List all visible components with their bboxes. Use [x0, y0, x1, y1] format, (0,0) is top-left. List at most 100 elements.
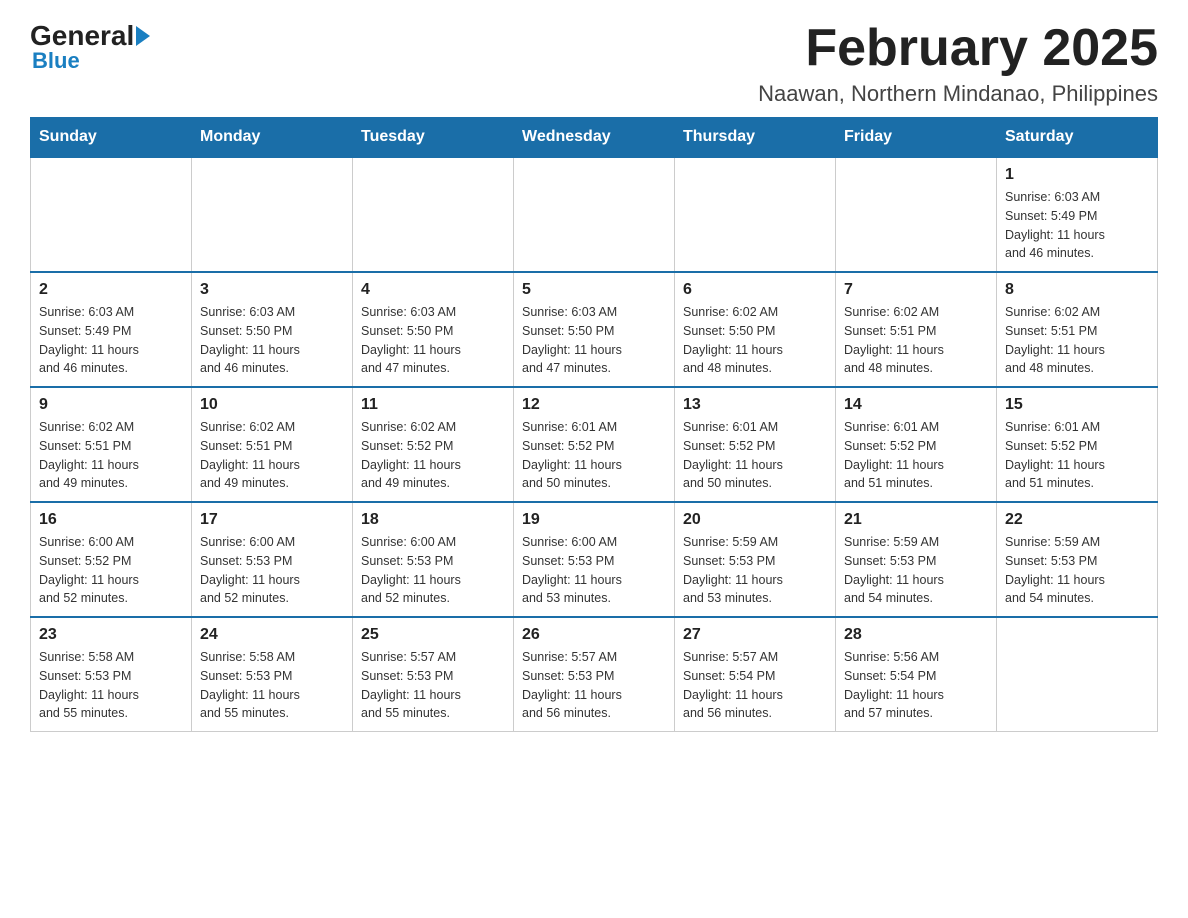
calendar-cell — [353, 157, 514, 272]
calendar-cell: 15Sunrise: 6:01 AM Sunset: 5:52 PM Dayli… — [997, 387, 1158, 502]
logo-arrow-icon — [136, 26, 150, 46]
calendar-cell: 27 Sunrise: 5:57 AM Sunset: 5:54 PM Dayli… — [675, 617, 836, 732]
day-number: 22 — [1005, 511, 1149, 529]
calendar-cell: 22 Sunrise: 5:59 AM Sunset: 5:53 PM Dayli… — [997, 502, 1158, 617]
logo-blue: Blue — [32, 48, 80, 74]
calendar-cell — [836, 157, 997, 272]
day-info: Sunrise: 5:59 AM Sunset: 5:53 PM Dayligh… — [1005, 533, 1149, 608]
calendar-cell: 12 Sunrise: 6:01 AM Sunset: 5:52 PM Dayli… — [514, 387, 675, 502]
calendar-cell: 20 Sunrise: 5:59 AM Sunset: 5:53 PM Dayli… — [675, 502, 836, 617]
day-info: Sunrise: 6:03 AM Sunset: 5:49 PM Dayligh… — [39, 303, 183, 378]
calendar-cell — [675, 157, 836, 272]
week-row-4: 16 Sunrise: 6:00 AM Sunset: 5:52 PM Dayli… — [31, 502, 1158, 617]
calendar-subtitle: Naawan, Northern Mindanao, Philippines — [758, 81, 1158, 107]
weekday-header-friday: Friday — [836, 118, 997, 158]
day-number: 23 — [39, 626, 183, 644]
day-number: 28 — [844, 626, 988, 644]
day-info: Sunrise: 6:03 AM Sunset: 5:50 PM Dayligh… — [361, 303, 505, 378]
day-number: 3 — [200, 281, 344, 299]
weekday-header-monday: Monday — [192, 118, 353, 158]
weekday-header-wednesday: Wednesday — [514, 118, 675, 158]
day-number: 1 — [1005, 166, 1149, 184]
calendar-cell: 17 Sunrise: 6:00 AM Sunset: 5:53 PM Dayli… — [192, 502, 353, 617]
calendar-cell — [514, 157, 675, 272]
day-number: 24 — [200, 626, 344, 644]
calendar-cell: 4Sunrise: 6:03 AM Sunset: 5:50 PM Daylig… — [353, 272, 514, 387]
day-info: Sunrise: 5:57 AM Sunset: 5:53 PM Dayligh… — [361, 648, 505, 723]
calendar-cell: 13Sunrise: 6:01 AM Sunset: 5:52 PM Dayli… — [675, 387, 836, 502]
day-number: 21 — [844, 511, 988, 529]
calendar-cell: 24 Sunrise: 5:58 AM Sunset: 5:53 PM Dayli… — [192, 617, 353, 732]
day-number: 27 — [683, 626, 827, 644]
day-number: 14 — [844, 396, 988, 414]
day-info: Sunrise: 6:02 AM Sunset: 5:50 PM Dayligh… — [683, 303, 827, 378]
day-number: 26 — [522, 626, 666, 644]
day-info: Sunrise: 6:02 AM Sunset: 5:51 PM Dayligh… — [1005, 303, 1149, 378]
week-row-2: 2 Sunrise: 6:03 AM Sunset: 5:49 PM Daylig… — [31, 272, 1158, 387]
weekday-header-tuesday: Tuesday — [353, 118, 514, 158]
calendar-cell: 26Sunrise: 5:57 AM Sunset: 5:53 PM Dayli… — [514, 617, 675, 732]
day-number: 9 — [39, 396, 183, 414]
calendar-cell: 23 Sunrise: 5:58 AM Sunset: 5:53 PM Dayli… — [31, 617, 192, 732]
day-info: Sunrise: 5:56 AM Sunset: 5:54 PM Dayligh… — [844, 648, 988, 723]
day-info: Sunrise: 5:59 AM Sunset: 5:53 PM Dayligh… — [844, 533, 988, 608]
day-info: Sunrise: 6:00 AM Sunset: 5:53 PM Dayligh… — [200, 533, 344, 608]
day-number: 25 — [361, 626, 505, 644]
calendar-cell: 25 Sunrise: 5:57 AM Sunset: 5:53 PM Dayli… — [353, 617, 514, 732]
weekday-header-thursday: Thursday — [675, 118, 836, 158]
day-info: Sunrise: 6:00 AM Sunset: 5:52 PM Dayligh… — [39, 533, 183, 608]
day-number: 19 — [522, 511, 666, 529]
calendar-cell — [31, 157, 192, 272]
day-number: 7 — [844, 281, 988, 299]
calendar-title: February 2025 — [758, 20, 1158, 77]
day-number: 8 — [1005, 281, 1149, 299]
calendar-cell: 28 Sunrise: 5:56 AM Sunset: 5:54 PM Dayli… — [836, 617, 997, 732]
calendar-cell: 5 Sunrise: 6:03 AM Sunset: 5:50 PM Daylig… — [514, 272, 675, 387]
calendar-cell: 1 Sunrise: 6:03 AM Sunset: 5:49 PM Daylig… — [997, 157, 1158, 272]
day-info: Sunrise: 6:03 AM Sunset: 5:50 PM Dayligh… — [522, 303, 666, 378]
calendar-cell: 3 Sunrise: 6:03 AM Sunset: 5:50 PM Daylig… — [192, 272, 353, 387]
day-info: Sunrise: 5:58 AM Sunset: 5:53 PM Dayligh… — [200, 648, 344, 723]
calendar-cell — [192, 157, 353, 272]
week-row-3: 9 Sunrise: 6:02 AM Sunset: 5:51 PM Daylig… — [31, 387, 1158, 502]
day-info: Sunrise: 6:02 AM Sunset: 5:51 PM Dayligh… — [200, 418, 344, 493]
calendar-table: SundayMondayTuesdayWednesdayThursdayFrid… — [30, 117, 1158, 732]
calendar-cell: 19Sunrise: 6:00 AM Sunset: 5:53 PM Dayli… — [514, 502, 675, 617]
day-info: Sunrise: 5:58 AM Sunset: 5:53 PM Dayligh… — [39, 648, 183, 723]
page-header: General Blue February 2025 Naawan, North… — [30, 20, 1158, 107]
calendar-cell: 6 Sunrise: 6:02 AM Sunset: 5:50 PM Daylig… — [675, 272, 836, 387]
day-number: 16 — [39, 511, 183, 529]
calendar-cell: 21 Sunrise: 5:59 AM Sunset: 5:53 PM Dayli… — [836, 502, 997, 617]
calendar-cell: 10 Sunrise: 6:02 AM Sunset: 5:51 PM Dayli… — [192, 387, 353, 502]
calendar-cell: 11 Sunrise: 6:02 AM Sunset: 5:52 PM Dayli… — [353, 387, 514, 502]
week-row-1: 1 Sunrise: 6:03 AM Sunset: 5:49 PM Daylig… — [31, 157, 1158, 272]
day-number: 12 — [522, 396, 666, 414]
week-row-5: 23 Sunrise: 5:58 AM Sunset: 5:53 PM Dayli… — [31, 617, 1158, 732]
day-number: 5 — [522, 281, 666, 299]
calendar-cell — [997, 617, 1158, 732]
calendar-cell: 9 Sunrise: 6:02 AM Sunset: 5:51 PM Daylig… — [31, 387, 192, 502]
day-info: Sunrise: 6:02 AM Sunset: 5:51 PM Dayligh… — [844, 303, 988, 378]
day-info: Sunrise: 5:59 AM Sunset: 5:53 PM Dayligh… — [683, 533, 827, 608]
weekday-header-saturday: Saturday — [997, 118, 1158, 158]
day-number: 20 — [683, 511, 827, 529]
day-info: Sunrise: 6:02 AM Sunset: 5:52 PM Dayligh… — [361, 418, 505, 493]
day-number: 17 — [200, 511, 344, 529]
day-info: Sunrise: 6:01 AM Sunset: 5:52 PM Dayligh… — [522, 418, 666, 493]
day-info: Sunrise: 6:01 AM Sunset: 5:52 PM Dayligh… — [683, 418, 827, 493]
day-info: Sunrise: 6:03 AM Sunset: 5:49 PM Dayligh… — [1005, 188, 1149, 263]
weekday-header-row: SundayMondayTuesdayWednesdayThursdayFrid… — [31, 118, 1158, 158]
calendar-cell: 2 Sunrise: 6:03 AM Sunset: 5:49 PM Daylig… — [31, 272, 192, 387]
weekday-header-sunday: Sunday — [31, 118, 192, 158]
calendar-cell: 14Sunrise: 6:01 AM Sunset: 5:52 PM Dayli… — [836, 387, 997, 502]
day-number: 10 — [200, 396, 344, 414]
day-info: Sunrise: 5:57 AM Sunset: 5:54 PM Dayligh… — [683, 648, 827, 723]
day-number: 6 — [683, 281, 827, 299]
day-number: 15 — [1005, 396, 1149, 414]
day-number: 11 — [361, 396, 505, 414]
day-number: 2 — [39, 281, 183, 299]
calendar-cell: 7 Sunrise: 6:02 AM Sunset: 5:51 PM Daylig… — [836, 272, 997, 387]
day-info: Sunrise: 6:02 AM Sunset: 5:51 PM Dayligh… — [39, 418, 183, 493]
calendar-cell: 18Sunrise: 6:00 AM Sunset: 5:53 PM Dayli… — [353, 502, 514, 617]
day-info: Sunrise: 6:03 AM Sunset: 5:50 PM Dayligh… — [200, 303, 344, 378]
